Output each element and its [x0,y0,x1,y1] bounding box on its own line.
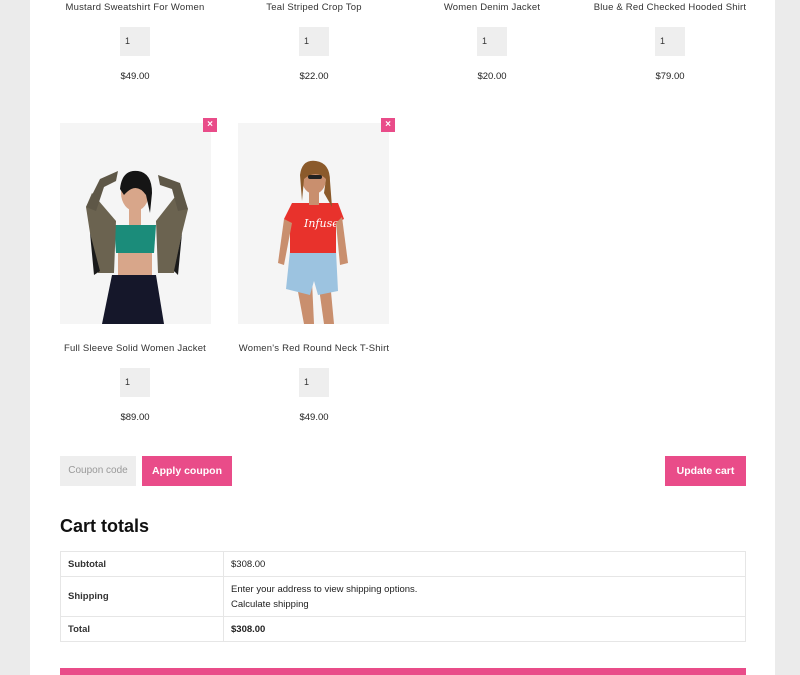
quantity-field[interactable]: 1 [477,27,507,56]
shipping-cell: Enter your address to view shipping opti… [223,576,746,617]
product-price: $22.00 [299,71,329,82]
subtotal-label: Subtotal [60,551,224,577]
proceed-to-checkout-button[interactable] [60,668,746,675]
remove-item-button[interactable]: × [381,118,395,132]
quantity-field[interactable]: 1 [120,368,150,397]
subtotal-value: $308.00 [223,551,746,577]
quantity-field[interactable]: 1 [120,27,150,56]
product-image-jacket[interactable] [60,123,211,324]
product-name[interactable]: Women Denim Jacket [402,2,582,13]
coupon-input[interactable]: Coupon code [60,456,136,486]
product-price: $20.00 [477,71,507,82]
product-name[interactable]: Full Sleeve Solid Women Jacket [45,343,225,354]
shipping-label: Shipping [60,576,224,617]
product-price: $79.00 [655,71,685,82]
quantity-field[interactable]: 1 [655,27,685,56]
quantity-field[interactable]: 1 [299,368,329,397]
product-name[interactable]: Women's Red Round Neck T-Shirt [224,343,404,354]
woman-jacket-photo [86,170,188,324]
shipping-row: Shipping Enter your address to view ship… [60,576,746,617]
total-label: Total [60,616,224,642]
product-price: $89.00 [120,412,150,423]
svg-text:Infuse: Infuse [303,217,339,230]
total-row: Total $308.00 [60,616,746,642]
quantity-field[interactable]: 1 [299,27,329,56]
calculate-shipping-link[interactable]: Calculate shipping [231,599,738,610]
remove-item-button[interactable]: × [203,118,217,132]
product-name[interactable]: Teal Striped Crop Top [224,2,404,13]
woman-red-tshirt-photo: Infuse [278,160,348,324]
subtotal-row: Subtotal $308.00 [60,551,746,577]
product-price: $49.00 [120,71,150,82]
product-name[interactable]: Mustard Sweatshirt For Women [45,2,225,13]
product-name[interactable]: Blue & Red Checked Hooded Shirt [580,2,760,13]
product-price: $49.00 [299,412,329,423]
shipping-info: Enter your address to view shipping opti… [231,583,418,595]
product-image-tshirt[interactable]: Infuse [238,123,389,324]
total-value: $308.00 [223,616,746,642]
apply-coupon-button[interactable]: Apply coupon [142,456,232,486]
cart-totals-heading: Cart totals [60,516,150,536]
cart-totals-table: Subtotal $308.00 Shipping Enter your add… [60,551,746,642]
update-cart-button[interactable]: Update cart [665,456,746,486]
